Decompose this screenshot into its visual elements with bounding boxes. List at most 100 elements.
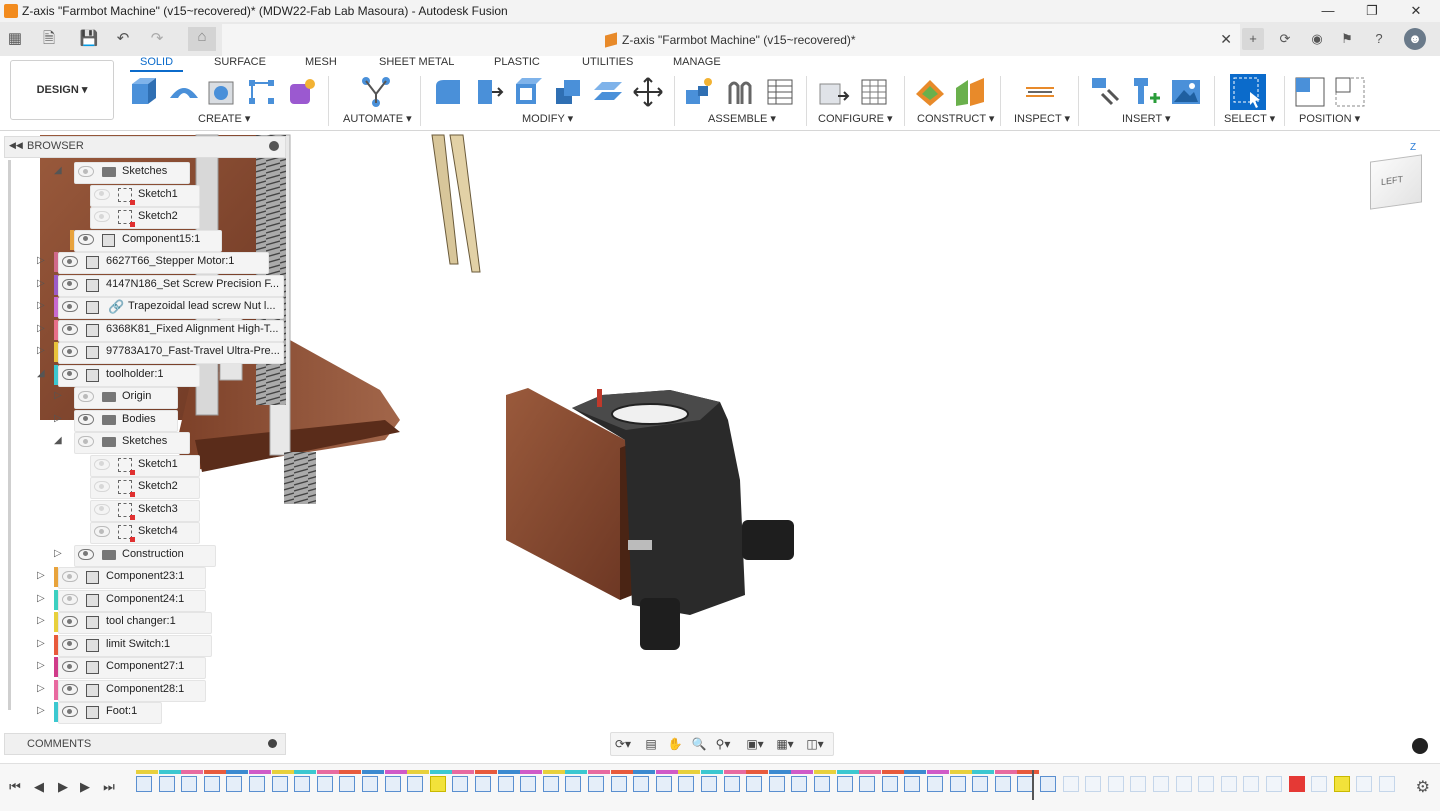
- timeline-feature-icon[interactable]: [1198, 776, 1215, 792]
- browser-node[interactable]: ▷ 🔗 Trapezoidal lead screw Nut l...: [0, 297, 290, 319]
- timeline-feature-icon[interactable]: [746, 776, 763, 792]
- visibility-eye-icon[interactable]: [62, 683, 78, 695]
- visibility-eye-icon[interactable]: [62, 638, 78, 650]
- visibility-eye-icon[interactable]: [62, 323, 78, 335]
- timeline-feature-icon[interactable]: [497, 776, 514, 792]
- browser-node[interactable]: ▷ 6627T66_Stepper Motor:1: [0, 252, 290, 274]
- browser-node[interactable]: Sketch3: [0, 499, 290, 522]
- configuration-table-icon[interactable]: [858, 76, 890, 108]
- browser-node[interactable]: Component15:1: [0, 229, 290, 252]
- timeline-feature-icon[interactable]: [836, 776, 853, 792]
- hole-icon[interactable]: [206, 76, 238, 108]
- move-icon[interactable]: [632, 76, 664, 108]
- group-insert[interactable]: INSERT ▾: [1122, 112, 1171, 125]
- timeline-feature-icon[interactable]: [1017, 776, 1034, 792]
- close-window-icon[interactable]: ✕: [1394, 0, 1438, 22]
- visibility-eye-icon[interactable]: [78, 233, 94, 245]
- viewports-icon[interactable]: ◫▾: [805, 736, 825, 752]
- timeline-feature-icon[interactable]: [588, 776, 604, 792]
- expand-arrow-icon[interactable]: ▷: [54, 548, 64, 559]
- timeline-feature-icon[interactable]: [565, 776, 582, 792]
- browser-node[interactable]: ◢ Sketches: [0, 162, 290, 184]
- visibility-eye-icon[interactable]: [78, 166, 94, 177]
- timeline-feature-icon[interactable]: [655, 776, 672, 792]
- timeline-feature-icon[interactable]: [972, 776, 989, 792]
- timeline-feature-icon[interactable]: [1107, 776, 1124, 792]
- redo-icon[interactable]: ↷: [146, 29, 168, 49]
- visibility-eye-icon[interactable]: [62, 301, 78, 312]
- capture-position-icon[interactable]: [1294, 76, 1326, 108]
- look-at-icon[interactable]: ▤: [641, 736, 661, 752]
- timeline-feature-icon[interactable]: [994, 776, 1011, 792]
- offset-plane-icon[interactable]: [914, 76, 946, 108]
- browser-node[interactable]: ◢ toolholder:1: [0, 364, 290, 387]
- timeline-feature-icon[interactable]: [881, 776, 898, 792]
- fit-icon[interactable]: ⚲▾: [713, 736, 733, 752]
- workspace-switcher[interactable]: DESIGN ▾: [10, 60, 114, 120]
- orbit-icon[interactable]: ⟳▾: [613, 736, 633, 752]
- collapse-panel-icon[interactable]: ◀◀: [9, 140, 23, 151]
- browser-node[interactable]: ▷ Component23:1: [0, 567, 290, 589]
- timeline-feature-icon[interactable]: [542, 776, 559, 792]
- group-create[interactable]: CREATE ▾: [198, 112, 250, 125]
- select-icon[interactable]: [1230, 74, 1266, 110]
- timeline-feature-icon[interactable]: [181, 776, 198, 792]
- viewcube[interactable]: LEFT: [1370, 154, 1422, 210]
- timeline-feature-icon[interactable]: [1243, 776, 1260, 792]
- expand-arrow-icon[interactable]: ▷: [37, 278, 47, 289]
- home-icon[interactable]: ⌂: [188, 27, 216, 51]
- group-inspect[interactable]: INSPECT ▾: [1014, 112, 1070, 125]
- browser-node[interactable]: ◢ Sketches: [0, 432, 290, 454]
- timeline-feature-icon[interactable]: [1379, 776, 1395, 792]
- grid-settings-icon[interactable]: ▦▾: [775, 736, 795, 752]
- timeline-feature-icon[interactable]: [520, 776, 537, 792]
- timeline-feature-icon[interactable]: [1288, 776, 1305, 792]
- visibility-eye-icon[interactable]: [62, 706, 78, 717]
- timeline-feature-icon[interactable]: [203, 776, 220, 792]
- expand-arrow-icon[interactable]: ▷: [37, 660, 47, 671]
- configure-icon[interactable]: [818, 76, 850, 108]
- browser-node[interactable]: Sketch1: [0, 184, 290, 207]
- visibility-eye-icon[interactable]: [94, 526, 110, 537]
- new-tab-icon[interactable]: +: [1242, 28, 1264, 50]
- timeline-feature-icon[interactable]: [316, 776, 333, 792]
- timeline-feature-icon[interactable]: [678, 776, 695, 792]
- revert-position-icon[interactable]: [1334, 76, 1366, 108]
- timeline-feature-icon[interactable]: [1311, 776, 1328, 792]
- visibility-eye-icon[interactable]: [78, 548, 94, 560]
- tab-manage[interactable]: MANAGE: [673, 56, 721, 68]
- visibility-eye-icon[interactable]: [62, 278, 78, 290]
- expand-arrow-icon[interactable]: ▷: [37, 683, 47, 694]
- timeline-feature-icon[interactable]: [927, 776, 943, 792]
- browser-node[interactable]: ▷ 6368K81_Fixed Alignment High-T...: [0, 319, 290, 342]
- expand-arrow-icon[interactable]: ▷: [54, 413, 64, 424]
- expand-arrow-icon[interactable]: ▷: [37, 615, 47, 626]
- combine-icon[interactable]: [552, 76, 584, 108]
- timeline-feature-icon[interactable]: [1175, 776, 1192, 792]
- group-automate[interactable]: AUTOMATE ▾: [343, 112, 412, 125]
- timeline-feature-icon[interactable]: [1040, 776, 1056, 792]
- collapse-arrow-icon[interactable]: ◢: [54, 435, 64, 446]
- expand-arrow-icon[interactable]: ▷: [37, 345, 47, 356]
- browser-node[interactable]: ▷ limit Switch:1: [0, 634, 290, 657]
- collapse-arrow-icon[interactable]: ◢: [37, 368, 47, 379]
- joint-icon[interactable]: [724, 76, 756, 108]
- shell-icon[interactable]: [512, 76, 544, 108]
- browser-node[interactable]: ▷ Bodies: [0, 409, 290, 432]
- timeline-feature-icon[interactable]: [271, 776, 288, 792]
- timeline-track[interactable]: [132, 764, 1402, 804]
- automate-icon[interactable]: [360, 76, 392, 108]
- timeline-feature-icon[interactable]: [768, 776, 785, 792]
- document-tab[interactable]: Z-axis "Farmbot Machine" (v15~recovered)…: [222, 24, 1240, 56]
- browser-node[interactable]: ▷ 4147N186_Set Screw Precision F...: [0, 274, 290, 297]
- expand-arrow-icon[interactable]: ▷: [37, 255, 47, 266]
- browser-node[interactable]: ▷ Origin: [0, 387, 290, 409]
- timeline-feature-icon[interactable]: [384, 776, 401, 792]
- timeline-feature-icon[interactable]: [1333, 776, 1350, 792]
- job-status-icon[interactable]: ◉: [1306, 28, 1328, 50]
- tab-plastic[interactable]: PLASTIC: [494, 56, 540, 68]
- tab-solid[interactable]: SOLID: [130, 56, 184, 72]
- revolve-icon[interactable]: [168, 76, 200, 108]
- timeline-last-icon[interactable]: ⏭: [100, 778, 118, 796]
- plane-at-angle-icon[interactable]: [954, 76, 986, 108]
